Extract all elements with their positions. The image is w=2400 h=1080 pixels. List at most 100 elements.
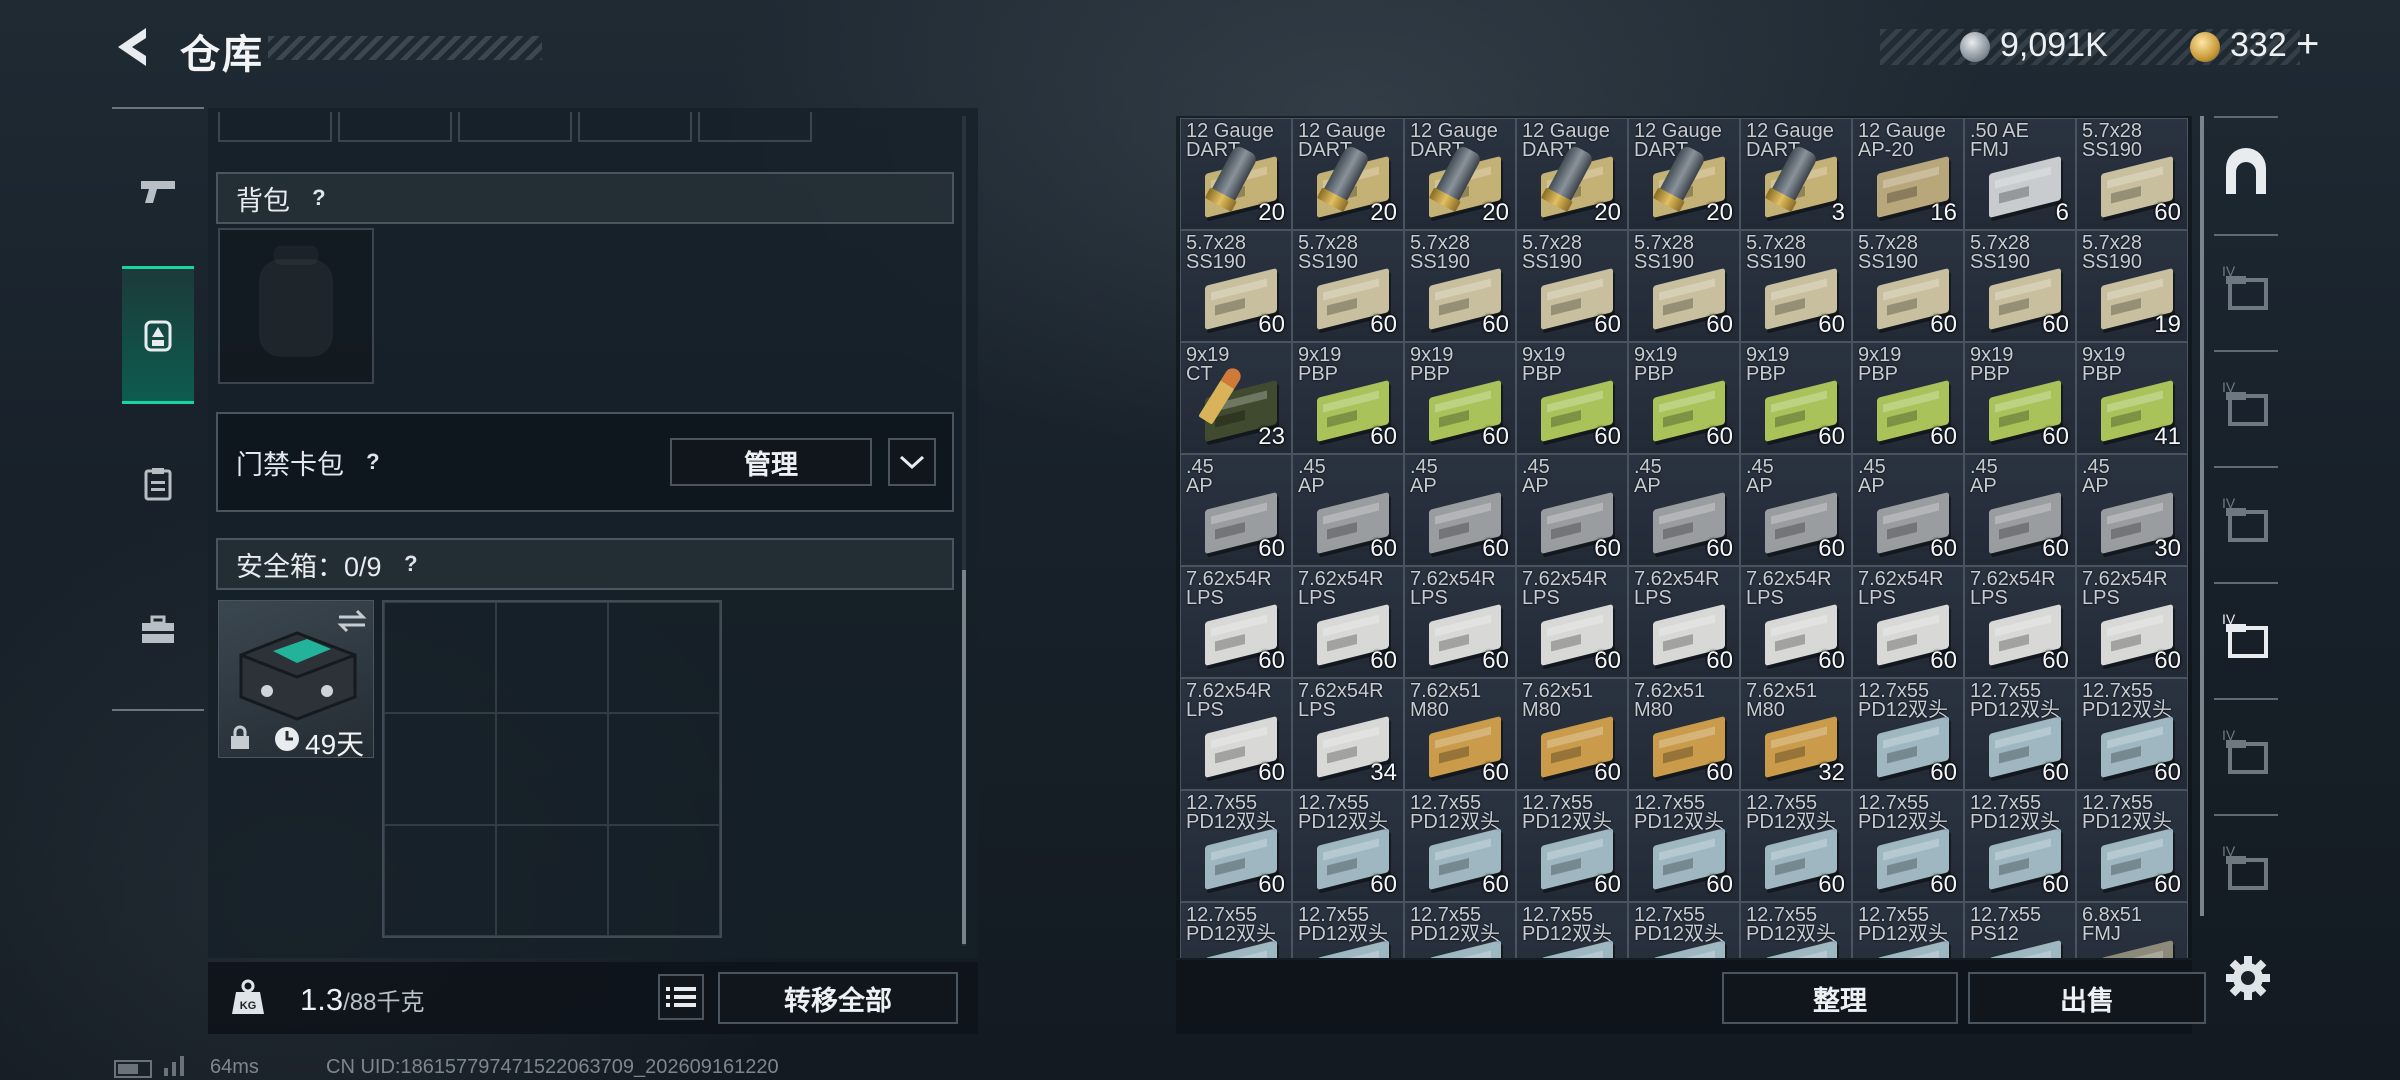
inventory-item[interactable]: 5.7x28 SS190 60 <box>1852 230 1964 342</box>
inventory-item[interactable]: 12 Gauge AP-20 16 <box>1852 118 1964 230</box>
storage-tab-5[interactable]: IV <box>2214 702 2278 806</box>
storage-tab-all[interactable] <box>2214 122 2278 226</box>
inventory-item[interactable]: 12.7x55 PD12双头 <box>1628 902 1740 958</box>
inventory-item[interactable]: 12.7x55 PD12双头 60 <box>1964 790 2076 902</box>
inventory-item[interactable]: 5.7x28 SS190 60 <box>1180 230 1292 342</box>
inventory-item[interactable]: .45 AP 30 <box>2076 454 2188 566</box>
add-currency-button[interactable]: + <box>2296 22 2319 67</box>
safebox-cell[interactable] <box>384 713 496 825</box>
list-view-button[interactable] <box>658 974 704 1020</box>
inventory-item[interactable]: .45 AP 60 <box>1964 454 2076 566</box>
inventory-item[interactable]: 12.7x55 PD12双头 <box>1740 902 1852 958</box>
safebox-cell[interactable] <box>384 602 496 714</box>
inventory-item[interactable]: 7.62x51 M80 32 <box>1740 678 1852 790</box>
inventory-item[interactable]: 6.8x51 FMJ <box>2076 902 2188 958</box>
backpack-slot[interactable] <box>218 228 374 384</box>
inventory-item[interactable]: 12.7x55 PD12双头 <box>1180 902 1292 958</box>
inventory-item[interactable]: 12.7x55 PD12双头 60 <box>1852 678 1964 790</box>
inventory-item[interactable]: 7.62x54R LPS 60 <box>1740 566 1852 678</box>
inventory-item[interactable]: 7.62x51 M80 60 <box>1628 678 1740 790</box>
storage-tab-1[interactable]: IV <box>2214 238 2278 342</box>
inventory-item[interactable]: 9x19 CT 23 <box>1180 342 1292 454</box>
keycard-dropdown-button[interactable] <box>888 438 936 486</box>
equipment-slot[interactable] <box>218 112 332 142</box>
equipment-slot[interactable] <box>578 112 692 142</box>
tab-weapons[interactable] <box>122 142 194 238</box>
settings-gear-icon[interactable] <box>2222 952 2274 1004</box>
inventory-item[interactable]: 7.62x51 M80 60 <box>1404 678 1516 790</box>
equipment-slot[interactable] <box>458 112 572 142</box>
inventory-item[interactable]: 12.7x55 PD12双头 60 <box>2076 678 2188 790</box>
safebox-grid[interactable] <box>382 600 722 938</box>
inventory-item[interactable]: 9x19 PBP 60 <box>1292 342 1404 454</box>
inventory-item[interactable]: 12.7x55 PD12双头 60 <box>1516 790 1628 902</box>
inventory-item[interactable]: 7.62x54R LPS 60 <box>1964 566 2076 678</box>
inventory-item[interactable]: 5.7x28 SS190 60 <box>1292 230 1404 342</box>
inventory-item[interactable]: 12 Gauge DART 20 <box>1180 118 1292 230</box>
storage-grid-viewport[interactable]: 12 Gauge DART 20 12 Gauge DART 20 12 Gauge D… <box>1180 118 2192 958</box>
back-arrow-icon[interactable] <box>110 24 156 70</box>
inventory-item[interactable]: 5.7x28 SS190 60 <box>1964 230 2076 342</box>
inventory-item[interactable]: 7.62x51 M80 60 <box>1516 678 1628 790</box>
equipment-slot[interactable] <box>698 112 812 142</box>
inventory-item[interactable]: 7.62x54R LPS 60 <box>2076 566 2188 678</box>
equipment-slot[interactable] <box>338 112 452 142</box>
safebox-cell[interactable] <box>384 824 496 936</box>
inventory-item[interactable]: 9x19 PBP 41 <box>2076 342 2188 454</box>
storage-tab-3[interactable]: IV <box>2214 470 2278 574</box>
inventory-item[interactable]: 12.7x55 PD12双头 60 <box>1852 790 1964 902</box>
inventory-item[interactable]: .45 AP 60 <box>1516 454 1628 566</box>
inventory-item[interactable]: 12 Gauge DART 20 <box>1628 118 1740 230</box>
inventory-item[interactable]: 12.7x55 PD12双头 <box>1292 902 1404 958</box>
safebox-cell[interactable] <box>496 824 608 936</box>
tab-equipment[interactable] <box>122 266 194 404</box>
inventory-item[interactable]: 7.62x54R LPS 60 <box>1404 566 1516 678</box>
storage-scrollbar-thumb[interactable] <box>2200 116 2204 916</box>
backpack-help-icon[interactable]: ? <box>298 177 340 219</box>
storage-tab-6[interactable]: IV <box>2214 818 2278 922</box>
inventory-item[interactable]: 7.62x54R LPS 60 <box>1852 566 1964 678</box>
storage-tab-2[interactable]: IV <box>2214 354 2278 458</box>
inventory-item[interactable]: 12 Gauge DART 3 <box>1740 118 1852 230</box>
inventory-item[interactable]: .45 AP 60 <box>1292 454 1404 566</box>
safebox-cell[interactable] <box>608 713 720 825</box>
inventory-item[interactable]: 5.7x28 SS190 60 <box>2076 118 2188 230</box>
storage-tab-4[interactable]: IV <box>2214 586 2278 690</box>
inventory-item[interactable]: 12.7x55 PS12 <box>1964 902 2076 958</box>
inventory-item[interactable]: 12.7x55 PD12双头 <box>1852 902 1964 958</box>
inventory-item[interactable]: 12.7x55 PD12双头 60 <box>1964 678 2076 790</box>
inventory-item[interactable]: 7.62x54R LPS 60 <box>1516 566 1628 678</box>
keycard-help-icon[interactable]: ? <box>352 441 394 483</box>
inventory-item[interactable]: .45 AP 60 <box>1628 454 1740 566</box>
inventory-item[interactable]: 12.7x55 PD12双头 <box>1516 902 1628 958</box>
swap-icon[interactable] <box>337 609 367 633</box>
tab-toolbox[interactable] <box>122 582 194 678</box>
tab-clipboard[interactable] <box>122 436 194 532</box>
safebox-cell[interactable] <box>608 824 720 936</box>
inventory-item[interactable]: 7.62x54R LPS 34 <box>1292 678 1404 790</box>
inventory-item[interactable]: .45 AP 60 <box>1740 454 1852 566</box>
inventory-item[interactable]: 9x19 PBP 60 <box>1964 342 2076 454</box>
inventory-item[interactable]: 12 Gauge DART 20 <box>1516 118 1628 230</box>
inventory-item[interactable]: 7.62x54R LPS 60 <box>1628 566 1740 678</box>
inventory-item[interactable]: 5.7x28 SS190 19 <box>2076 230 2188 342</box>
safebox-cell[interactable] <box>496 602 608 714</box>
inventory-item[interactable]: 12.7x55 PD12双头 60 <box>1740 790 1852 902</box>
inventory-item[interactable]: 12 Gauge DART 20 <box>1292 118 1404 230</box>
inventory-item[interactable]: 12.7x55 PD12双头 60 <box>1292 790 1404 902</box>
inventory-item[interactable]: 5.7x28 SS190 60 <box>1740 230 1852 342</box>
inventory-item[interactable]: 9x19 PBP 60 <box>1852 342 1964 454</box>
inventory-item[interactable]: 12.7x55 PD12双头 60 <box>1180 790 1292 902</box>
inventory-item[interactable]: 12.7x55 PD12双头 60 <box>1404 790 1516 902</box>
inventory-item[interactable]: .50 AE FMJ 6 <box>1964 118 2076 230</box>
manage-button[interactable]: 管理 <box>670 438 872 486</box>
sort-button[interactable]: 整理 <box>1722 972 1958 1024</box>
sell-button[interactable]: 出售 <box>1968 972 2206 1024</box>
safebox-help-icon[interactable]: ? <box>389 543 431 585</box>
inventory-item[interactable]: 5.7x28 SS190 60 <box>1516 230 1628 342</box>
safebox-item[interactable]: 49天 <box>218 600 374 760</box>
safebox-cell[interactable] <box>608 602 720 714</box>
inventory-item[interactable]: 12.7x55 PD12双头 60 <box>1628 790 1740 902</box>
transfer-all-button[interactable]: 转移全部 <box>718 972 958 1024</box>
inventory-item[interactable]: .45 AP 60 <box>1852 454 1964 566</box>
